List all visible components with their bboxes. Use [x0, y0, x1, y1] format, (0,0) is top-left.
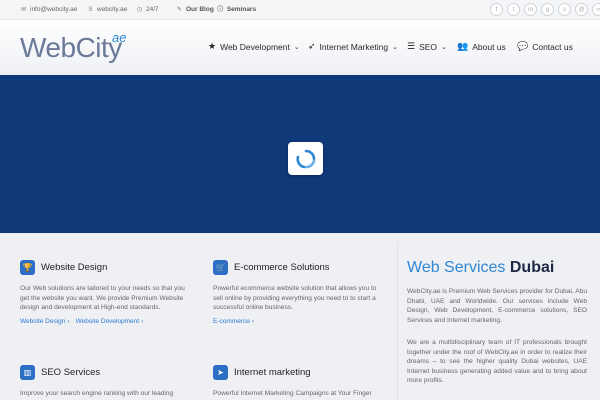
cart-icon: 🛒 — [213, 260, 228, 275]
linkedin-icon[interactable]: in — [524, 3, 537, 16]
logo-text: WebCity — [20, 32, 122, 63]
envelope-icon: ✉ — [20, 6, 27, 13]
nav-web-development[interactable]: ★ Web Development ⌄ — [208, 41, 300, 52]
service-seo: ▥ SEO Services Improve your search engin… — [20, 365, 195, 399]
service-title[interactable]: SEO Services — [41, 367, 100, 378]
social-links: f t in g s @ ∞ — [490, 3, 600, 16]
chevron-right-icon: › — [67, 317, 70, 325]
spinner-icon — [295, 149, 315, 168]
service-website-design: 🏆 Website Design Our Web solutions are t… — [20, 260, 195, 325]
service-title[interactable]: Website Design — [41, 262, 107, 273]
list-icon: ☰ — [407, 41, 416, 51]
logo-suffix: ae — [112, 30, 127, 45]
divider — [397, 243, 398, 400]
service-internet-marketing: ➤ Internet marketing Powerful Internet M… — [213, 365, 388, 399]
chat-icon: 💬 — [517, 41, 529, 51]
chart-icon: ▥ — [20, 365, 35, 380]
service-text: Improve your search engine ranking with … — [20, 390, 174, 397]
web-services-intro: WebCity.ae is Premium Web Services provi… — [407, 288, 587, 324]
hours-text: 24/7 — [146, 6, 159, 13]
service-title[interactable]: Internet marketing — [234, 367, 311, 378]
nav-label: SEO — [419, 41, 438, 52]
link-ecommerce[interactable]: E-commerce › — [213, 318, 254, 325]
nav-label: About us — [472, 41, 506, 52]
chevron-down-icon: ⌄ — [293, 43, 300, 51]
info-icon: ⓘ — [217, 6, 224, 13]
email-contact[interactable]: ✉ info@webcity.ae — [20, 6, 77, 13]
chevron-down-icon: ⌄ — [392, 43, 398, 51]
pencil-icon: ✎ — [176, 6, 183, 13]
title-light: Web Services — [407, 259, 506, 276]
facebook-icon[interactable]: f — [490, 3, 503, 16]
seminars-text[interactable]: Seminars — [227, 6, 256, 13]
link-website-design[interactable]: Website Design › — [20, 318, 70, 325]
service-text: Our Web solutions are tailored to your n… — [20, 285, 185, 311]
skype-text: webcity.ae — [97, 6, 128, 13]
star-icon: ★ — [208, 41, 217, 51]
nav-contact-us[interactable]: 💬 Contact us — [517, 41, 573, 52]
email-text: info@webcity.ae — [30, 6, 78, 13]
twitter-icon[interactable]: t — [507, 3, 520, 16]
nav-label: Contact us — [532, 41, 573, 52]
send-icon: ➤ — [213, 365, 228, 380]
nav-label: Web Development — [220, 41, 290, 52]
loading-spinner — [288, 142, 323, 175]
rocket-icon: ➶ — [308, 41, 316, 51]
users-icon: 👥 — [457, 41, 469, 51]
service-text: Powerful Internet Marketing Campaigns at… — [213, 390, 372, 397]
title-bold: Dubai — [509, 259, 555, 276]
chevron-down-icon: ⌄ — [441, 43, 447, 51]
skype-icon: S — [88, 6, 93, 13]
trophy-icon: 🏆 — [20, 260, 35, 275]
service-title[interactable]: E-commerce Solutions — [234, 262, 330, 273]
email-icon[interactable]: @ — [575, 3, 588, 16]
nav-label: Internet Marketing — [319, 41, 389, 52]
skype-icon[interactable]: s — [558, 3, 571, 16]
site-header: WebCity ae ★ Web Development ⌄ ➶ Interne… — [0, 20, 600, 75]
chevron-right-icon: › — [251, 317, 255, 325]
link-website-development[interactable]: Website Development › — [76, 318, 144, 325]
hours-info: ◷ 24/7 — [136, 6, 159, 13]
clock-icon: ◷ — [136, 6, 143, 13]
chevron-right-icon: › — [141, 317, 144, 325]
blog-text: Our Blog — [186, 6, 214, 13]
nav-internet-marketing[interactable]: ➶ Internet Marketing ⌄ — [308, 41, 398, 52]
service-ecommerce: 🛒 E-commerce Solutions Powerful ecommerc… — [213, 260, 388, 325]
nav-about-us[interactable]: 👥 About us — [457, 41, 506, 52]
nav-seo[interactable]: ☰ SEO ⌄ — [407, 41, 447, 52]
link-icon[interactable]: ∞ — [592, 3, 600, 16]
top-bar: ✉ info@webcity.ae S webcity.ae ◷ 24/7 ✎ … — [0, 0, 600, 20]
blog-link[interactable]: ✎ Our Blog ⓘ Seminars — [176, 6, 256, 13]
logo[interactable]: WebCity — [20, 32, 122, 64]
service-text: Powerful ecommerce website solution that… — [213, 285, 377, 311]
googleplus-icon[interactable]: g — [541, 3, 554, 16]
skype-contact[interactable]: S webcity.ae — [87, 6, 127, 13]
web-services-title: Web Services Dubai — [407, 259, 554, 277]
web-services-about: We are a multidisciplinary team of IT pr… — [407, 339, 587, 384]
